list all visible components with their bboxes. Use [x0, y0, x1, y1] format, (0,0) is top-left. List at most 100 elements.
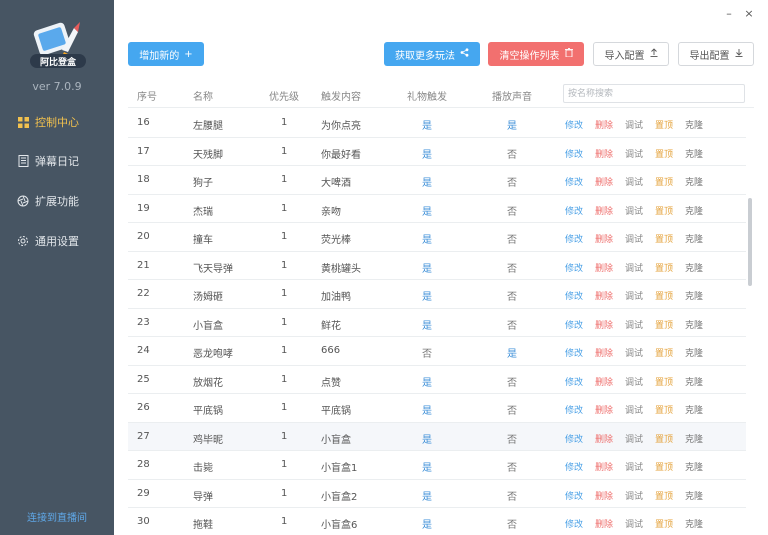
edit-button[interactable]: 修改: [565, 118, 583, 131]
delete-button[interactable]: 删除: [595, 261, 613, 274]
clone-button[interactable]: 克隆: [685, 517, 703, 530]
clone-button[interactable]: 克隆: [685, 403, 703, 416]
clone-button[interactable]: 克隆: [685, 318, 703, 331]
edit-button[interactable]: 修改: [565, 175, 583, 188]
delete-button[interactable]: 删除: [595, 489, 613, 502]
add-new-label: 增加新的: [139, 50, 180, 62]
delete-button[interactable]: 删除: [595, 147, 613, 160]
clone-button[interactable]: 克隆: [685, 147, 703, 160]
debug-button[interactable]: 调试: [625, 403, 643, 416]
delete-button[interactable]: 删除: [595, 403, 613, 416]
clone-button[interactable]: 克隆: [685, 289, 703, 302]
debug-button[interactable]: 调试: [625, 489, 643, 502]
get-more-button[interactable]: 获取更多玩法: [384, 42, 480, 66]
delete-button[interactable]: 删除: [595, 318, 613, 331]
debug-button[interactable]: 调试: [625, 432, 643, 445]
delete-button[interactable]: 删除: [595, 375, 613, 388]
clear-list-button[interactable]: 清空操作列表: [488, 42, 584, 66]
connect-live-room-link[interactable]: 连接到直播间: [0, 509, 114, 524]
delete-button[interactable]: 删除: [595, 517, 613, 530]
pin-top-button[interactable]: 置顶: [655, 147, 673, 160]
debug-button[interactable]: 调试: [625, 204, 643, 217]
clone-button[interactable]: 克隆: [685, 261, 703, 274]
cell-trigger: 亲吻: [321, 206, 341, 218]
add-new-button[interactable]: 增加新的 +: [128, 42, 204, 66]
sidebar-item-extensions[interactable]: 扩展功能: [0, 188, 114, 214]
pin-top-button[interactable]: 置顶: [655, 318, 673, 331]
sidebar-item-danmaku-diary[interactable]: 弹幕日记: [0, 148, 114, 174]
edit-button[interactable]: 修改: [565, 432, 583, 445]
clone-button[interactable]: 克隆: [685, 432, 703, 445]
cell-play-sound: 否: [507, 434, 517, 446]
debug-button[interactable]: 调试: [625, 346, 643, 359]
pin-top-button[interactable]: 置顶: [655, 204, 673, 217]
edit-button[interactable]: 修改: [565, 375, 583, 388]
sidebar-item-control-center[interactable]: 控制中心: [0, 109, 114, 135]
clone-button[interactable]: 克隆: [685, 346, 703, 359]
edit-button[interactable]: 修改: [565, 289, 583, 302]
edit-button[interactable]: 修改: [565, 232, 583, 245]
debug-button[interactable]: 调试: [625, 232, 643, 245]
pin-top-button[interactable]: 置顶: [655, 232, 673, 245]
share-icon: [460, 48, 469, 60]
cell-trigger: 小盲盒1: [321, 463, 358, 474]
pin-top-button[interactable]: 置顶: [655, 489, 673, 502]
pin-top-button[interactable]: 置顶: [655, 375, 673, 388]
scrollbar-thumb[interactable]: [748, 198, 752, 286]
plus-icon: +: [184, 48, 193, 60]
pin-top-button[interactable]: 置顶: [655, 403, 673, 416]
cell-index: 21: [137, 259, 150, 271]
cell-index: 27: [137, 430, 150, 442]
delete-button[interactable]: 删除: [595, 346, 613, 359]
pin-top-button[interactable]: 置顶: [655, 289, 673, 302]
delete-button[interactable]: 删除: [595, 232, 613, 245]
delete-button[interactable]: 删除: [595, 175, 613, 188]
delete-button[interactable]: 删除: [595, 460, 613, 473]
edit-button[interactable]: 修改: [565, 517, 583, 530]
debug-button[interactable]: 调试: [625, 375, 643, 388]
close-button[interactable]: ×: [742, 6, 756, 22]
sidebar-item-general-settings[interactable]: 通用设置: [0, 228, 114, 254]
delete-button[interactable]: 删除: [595, 118, 613, 131]
edit-button[interactable]: 修改: [565, 489, 583, 502]
minimize-button[interactable]: –: [722, 6, 736, 22]
debug-button[interactable]: 调试: [625, 318, 643, 331]
pin-top-button[interactable]: 置顶: [655, 175, 673, 188]
edit-button[interactable]: 修改: [565, 147, 583, 160]
clone-button[interactable]: 克隆: [685, 175, 703, 188]
clone-button[interactable]: 克隆: [685, 460, 703, 473]
pin-top-button[interactable]: 置顶: [655, 118, 673, 131]
edit-button[interactable]: 修改: [565, 261, 583, 274]
delete-button[interactable]: 删除: [595, 204, 613, 217]
edit-button[interactable]: 修改: [565, 318, 583, 331]
cell-trigger: 黄桃罐头: [321, 263, 361, 275]
debug-button[interactable]: 调试: [625, 289, 643, 302]
table-row: 17 天残脚 1 你最好看 是 否 修改 删除 调试 置顶 克隆: [128, 138, 746, 166]
pin-top-button[interactable]: 置顶: [655, 460, 673, 473]
delete-button[interactable]: 删除: [595, 289, 613, 302]
debug-button[interactable]: 调试: [625, 460, 643, 473]
debug-button[interactable]: 调试: [625, 147, 643, 160]
search-input[interactable]: [563, 84, 745, 103]
debug-button[interactable]: 调试: [625, 118, 643, 131]
pin-top-button[interactable]: 置顶: [655, 432, 673, 445]
clone-button[interactable]: 克隆: [685, 204, 703, 217]
pin-top-button[interactable]: 置顶: [655, 346, 673, 359]
edit-button[interactable]: 修改: [565, 204, 583, 217]
debug-button[interactable]: 调试: [625, 517, 643, 530]
edit-button[interactable]: 修改: [565, 403, 583, 416]
debug-button[interactable]: 调试: [625, 175, 643, 188]
clone-button[interactable]: 克隆: [685, 489, 703, 502]
clone-button[interactable]: 克隆: [685, 118, 703, 131]
clone-button[interactable]: 克隆: [685, 375, 703, 388]
debug-button[interactable]: 调试: [625, 261, 643, 274]
cell-name: 恶龙咆哮: [193, 349, 233, 360]
export-config-button[interactable]: 导出配置: [678, 42, 754, 66]
edit-button[interactable]: 修改: [565, 346, 583, 359]
delete-button[interactable]: 删除: [595, 432, 613, 445]
pin-top-button[interactable]: 置顶: [655, 261, 673, 274]
clone-button[interactable]: 克隆: [685, 232, 703, 245]
pin-top-button[interactable]: 置顶: [655, 517, 673, 530]
import-config-button[interactable]: 导入配置: [593, 42, 669, 66]
edit-button[interactable]: 修改: [565, 460, 583, 473]
